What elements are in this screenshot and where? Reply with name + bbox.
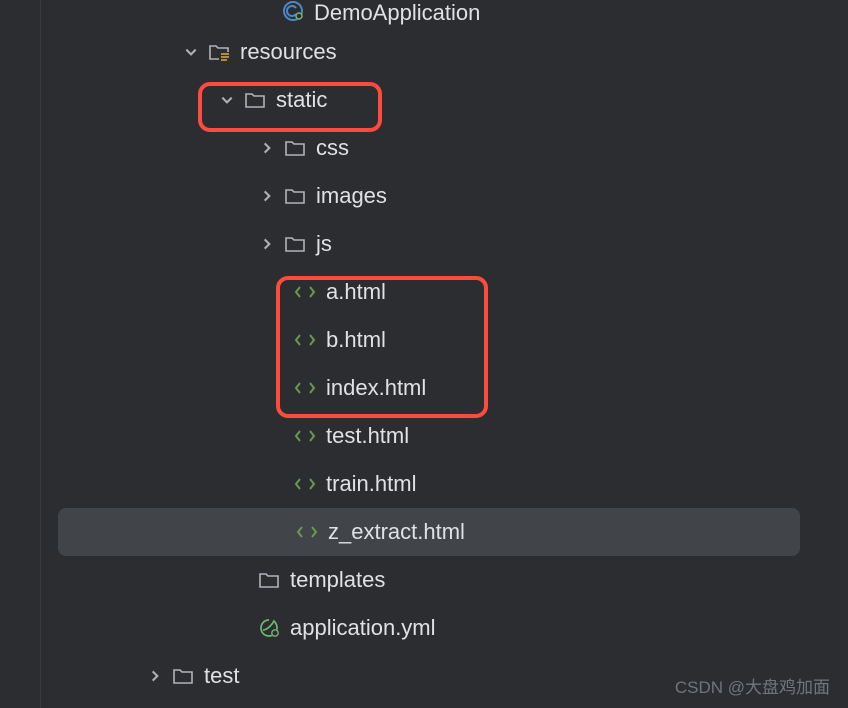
tree-item-label: train.html [326, 471, 416, 497]
chevron-down-icon [214, 93, 240, 107]
tree-item-label: resources [240, 39, 337, 65]
tree-item-label: b.html [326, 327, 386, 353]
tree-item-templates[interactable]: templates [0, 556, 848, 604]
folder-icon [280, 184, 310, 208]
html-file-icon [292, 520, 322, 544]
tree-item-css[interactable]: css [0, 124, 848, 172]
spring-config-icon [254, 616, 284, 640]
tree-item-label: css [316, 135, 349, 161]
tree-item-z-extract-html[interactable]: z_extract.html [58, 508, 800, 556]
tree-item-label: application.yml [290, 615, 436, 641]
chevron-right-icon [254, 141, 280, 155]
tree-item-label: templates [290, 567, 385, 593]
folder-icon [240, 88, 270, 112]
tree-item-js[interactable]: js [0, 220, 848, 268]
tree-item-demoapplication[interactable]: DemoApplication [0, 0, 848, 28]
tree-item-label: a.html [326, 279, 386, 305]
chevron-down-icon [178, 45, 204, 59]
html-file-icon [290, 472, 320, 496]
folder-icon [280, 136, 310, 160]
tree-item-static[interactable]: static [0, 76, 848, 124]
tree-item-label: test.html [326, 423, 409, 449]
tree-item-label: DemoApplication [314, 0, 480, 26]
tree-item-train-html[interactable]: train.html [0, 460, 848, 508]
tree-item-b-html[interactable]: b.html [0, 316, 848, 364]
tree-item-label: images [316, 183, 387, 209]
html-file-icon [290, 424, 320, 448]
tree-item-images[interactable]: images [0, 172, 848, 220]
tree-item-label: static [276, 87, 327, 113]
tree-item-resources[interactable]: resources [0, 28, 848, 76]
watermark: CSDN @大盘鸡加面 [675, 673, 830, 698]
resources-folder-icon [204, 40, 234, 64]
html-file-icon [290, 328, 320, 352]
tree-item-a-html[interactable]: a.html [0, 268, 848, 316]
chevron-right-icon [254, 237, 280, 251]
folder-icon [254, 568, 284, 592]
html-file-icon [290, 280, 320, 304]
chevron-right-icon [254, 189, 280, 203]
tree-item-application-yml[interactable]: application.yml [0, 604, 848, 652]
tree-item-label: test [204, 663, 239, 689]
html-file-icon [290, 376, 320, 400]
project-tree: DemoApplication resources static [0, 0, 848, 700]
tree-item-label: z_extract.html [328, 519, 465, 545]
tree-item-label: index.html [326, 375, 426, 401]
folder-icon [280, 232, 310, 256]
tree-item-index-html[interactable]: index.html [0, 364, 848, 412]
folder-icon [168, 664, 198, 688]
tree-item-label: js [316, 231, 332, 257]
class-icon [278, 0, 308, 22]
chevron-right-icon [142, 669, 168, 683]
tree-item-test-html[interactable]: test.html [0, 412, 848, 460]
